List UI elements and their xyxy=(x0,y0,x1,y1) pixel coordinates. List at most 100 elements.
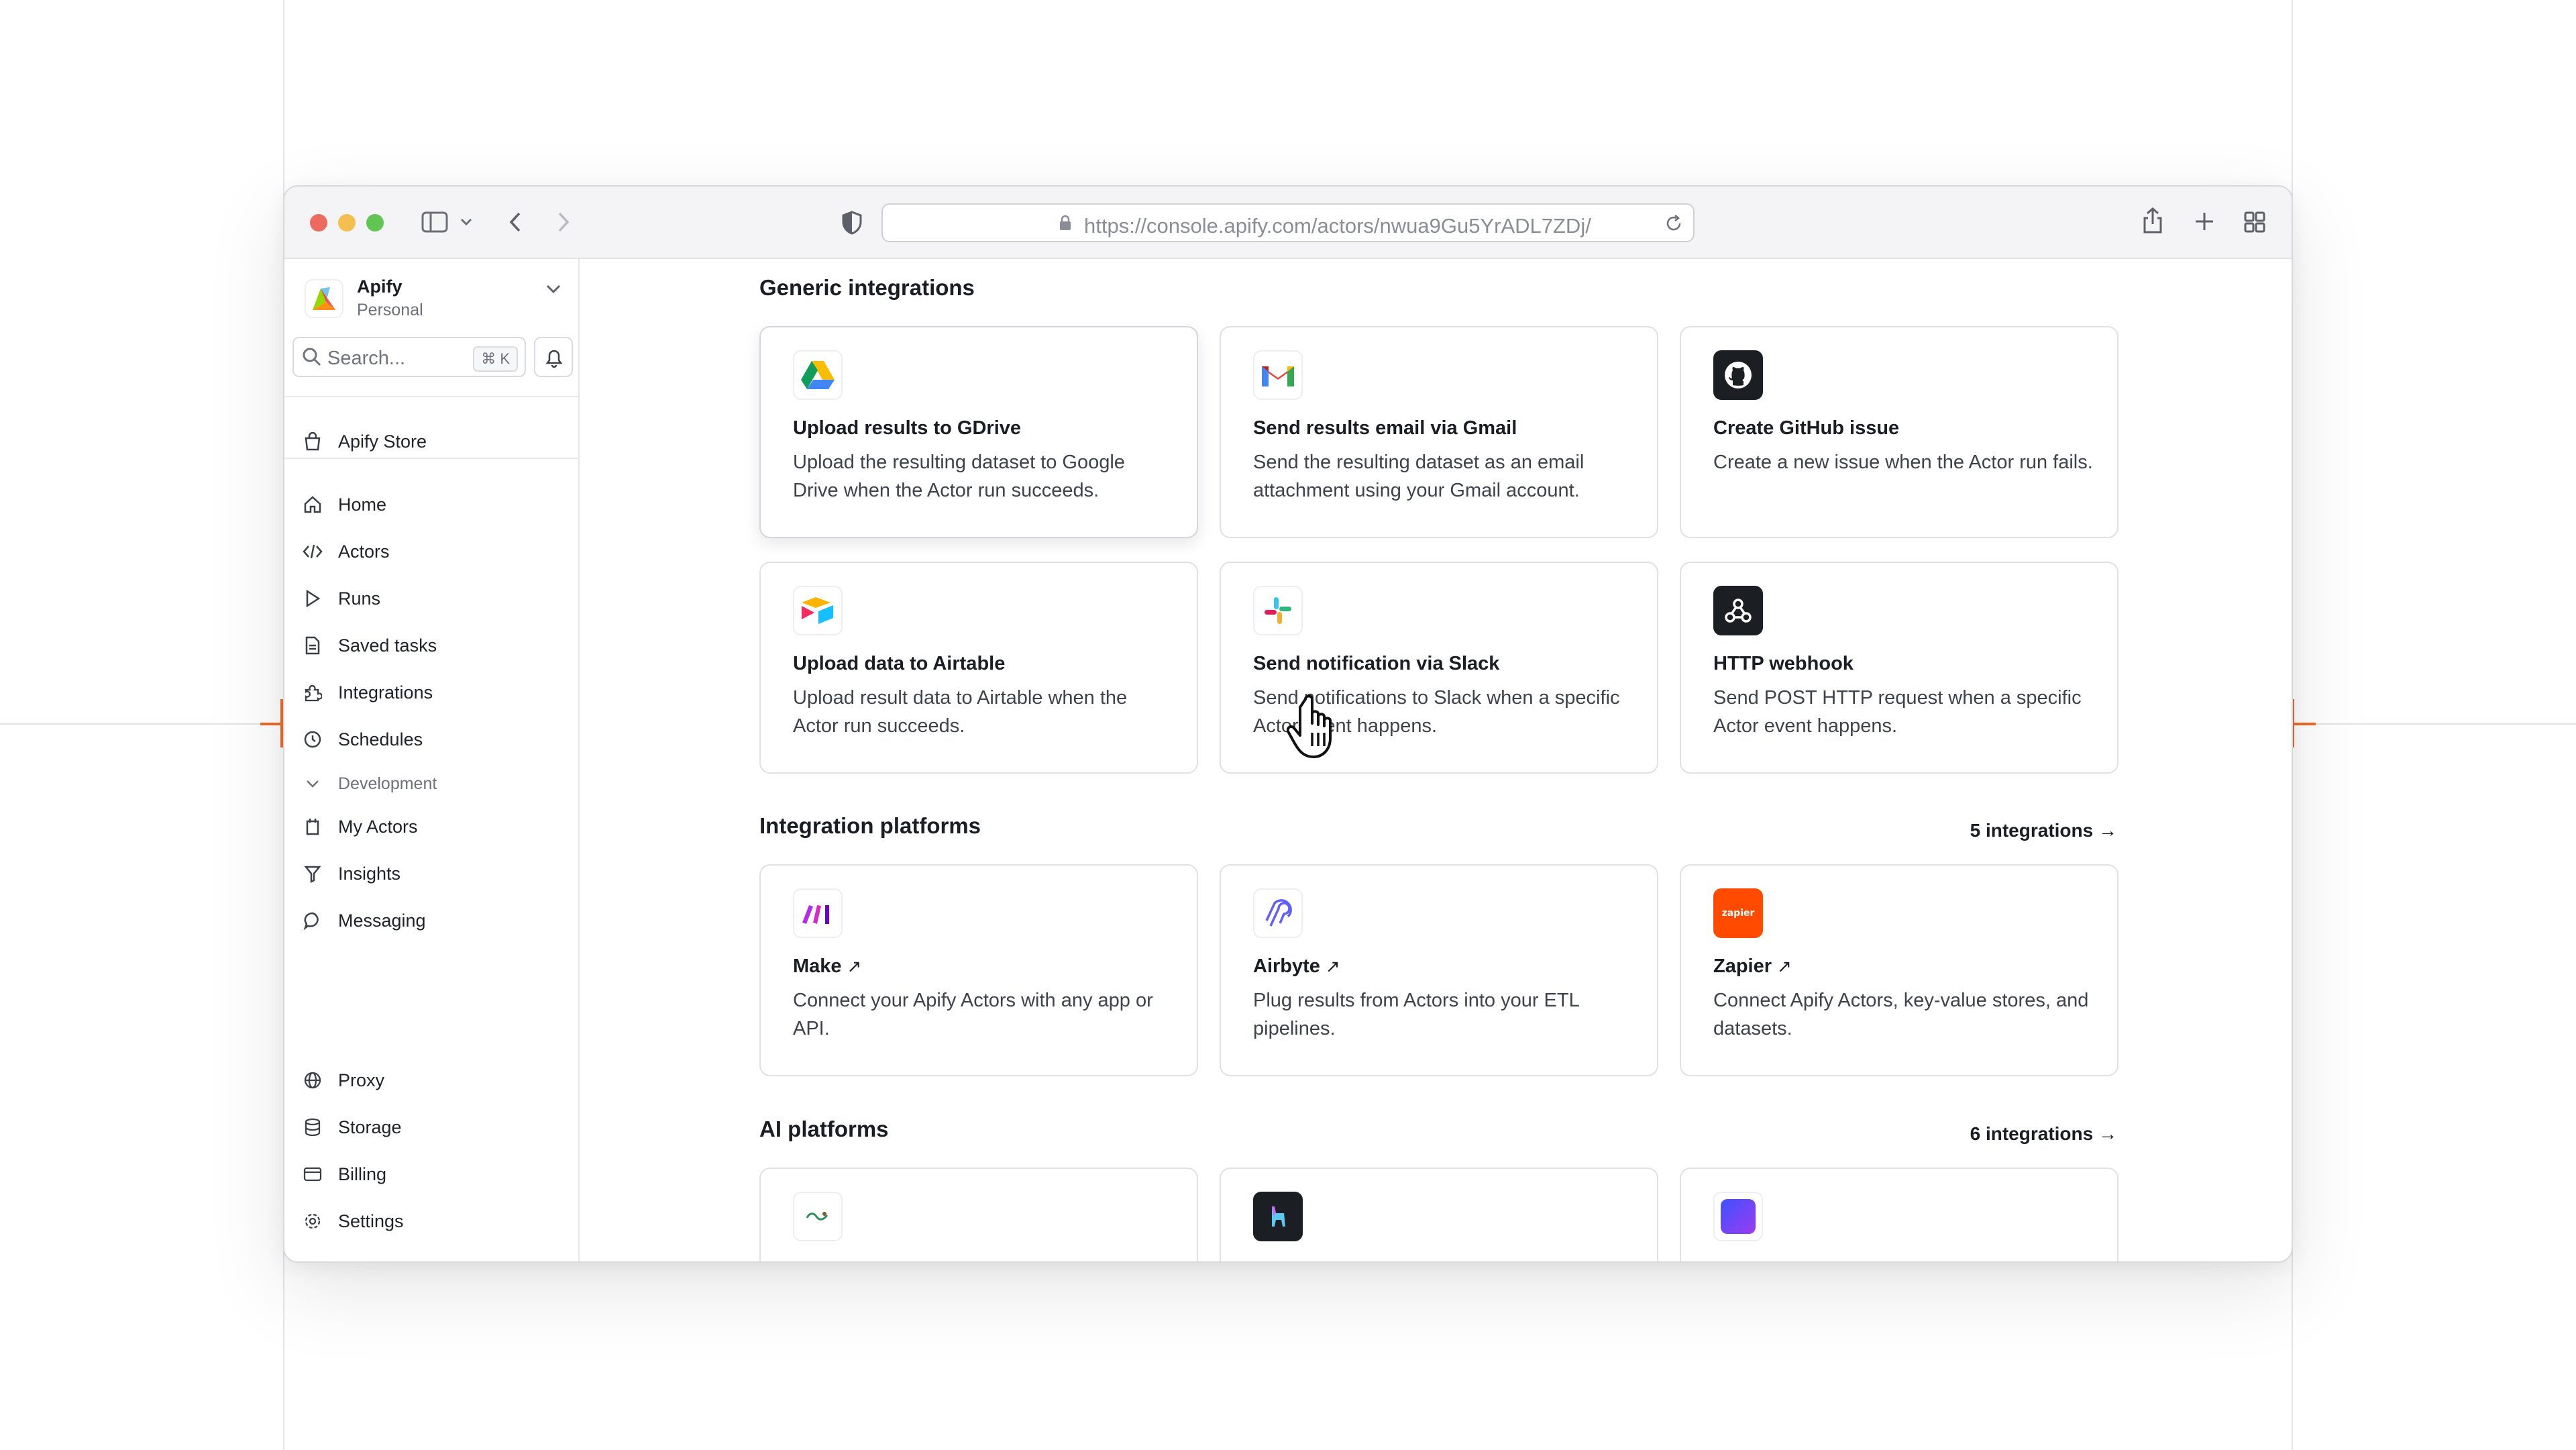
browser-window: https://console.apify.com/actors/nwua9Gu… xyxy=(283,185,2293,1263)
globe-icon xyxy=(302,1070,323,1091)
card-icon xyxy=(302,1163,323,1185)
zapier-logo-text: zapier xyxy=(1721,908,1755,919)
guide-line-h-left xyxy=(0,723,283,725)
main-content: Generic integrations Upload results to G… xyxy=(581,259,2292,1261)
sidebar-item-label: Billing xyxy=(338,1163,387,1184)
card-description: Send the resulting dataset as an email a… xyxy=(1253,452,1585,501)
sidebar-item-storage[interactable]: Storage xyxy=(302,1110,570,1145)
ai-see-all-link[interactable]: 6 integrations → xyxy=(1970,1123,2117,1145)
sidebar: Apify Personal Search... ⌘ K Apify Store… xyxy=(284,259,580,1261)
sidebar-item-apify-store[interactable]: Apify Store xyxy=(302,424,570,459)
integration-card-slack[interactable]: Send notification via Slack Send notific… xyxy=(1220,562,1658,774)
card-description: Connect your Apify Actors with any app o… xyxy=(793,990,1153,1039)
integration-card-github[interactable]: Create GitHub issue Create a new issue w… xyxy=(1680,326,2118,538)
notifications-button[interactable] xyxy=(534,337,573,377)
apify-logo xyxy=(305,279,343,318)
sidebar-item-runs[interactable]: Runs xyxy=(302,581,570,616)
zapier-icon: zapier xyxy=(1713,888,1763,938)
sidebar-item-saved-tasks[interactable]: Saved tasks xyxy=(302,628,570,663)
integration-card-ai-2[interactable] xyxy=(1220,1168,1658,1261)
sidebar-item-home[interactable]: Home xyxy=(302,487,570,522)
sidebar-section-development[interactable]: Development xyxy=(302,766,570,801)
minimize-window-button[interactable] xyxy=(338,214,356,231)
airtable-icon xyxy=(793,586,843,635)
sidebar-item-integrations[interactable]: Integrations xyxy=(302,675,570,710)
divider xyxy=(284,396,580,397)
card-title: Upload results to GDrive xyxy=(793,417,1022,439)
reload-icon[interactable] xyxy=(1664,213,1684,234)
sidebar-item-label: Runs xyxy=(338,588,381,609)
guide-tick-right xyxy=(2293,723,2316,725)
section-title-ai: AI platforms xyxy=(759,1117,889,1141)
integration-card-ai-3[interactable] xyxy=(1680,1168,2118,1261)
shield-icon[interactable] xyxy=(841,211,863,235)
card-description: Create a new issue when the Actor run fa… xyxy=(1713,452,2093,473)
webhook-icon xyxy=(1713,586,1763,635)
sidebar-toggle-icon[interactable] xyxy=(421,211,448,234)
card-title-text: Zapier xyxy=(1713,955,1772,977)
external-link-icon: ↗ xyxy=(1777,956,1792,976)
clock-icon xyxy=(302,729,323,750)
sidebar-item-actors[interactable]: Actors xyxy=(302,534,570,569)
search-input[interactable]: Search... ⌘ K xyxy=(292,337,526,377)
database-icon xyxy=(302,1117,323,1138)
section-title-generic: Generic integrations xyxy=(759,275,975,300)
org-switcher[interactable]: Apify Personal xyxy=(305,272,566,326)
back-icon[interactable] xyxy=(507,211,523,234)
chevron-down-icon[interactable] xyxy=(460,217,472,227)
sidebar-item-insights[interactable]: Insights xyxy=(302,856,570,891)
sidebar-item-label: Insights xyxy=(338,863,401,884)
actor-icon xyxy=(302,816,323,837)
integration-card-gdrive[interactable]: Upload results to GDrive Upload the resu… xyxy=(759,326,1198,538)
card-title: Airbyte ↗ xyxy=(1253,955,1340,978)
integration-card-airtable[interactable]: Upload data to Airtable Upload result da… xyxy=(759,562,1198,774)
card-description: Plug results from Actors into your ETL p… xyxy=(1253,990,1579,1039)
hand-pointer-cursor-icon xyxy=(1287,694,1332,758)
integration-card-gmail[interactable]: Send results email via Gmail Send the re… xyxy=(1220,326,1658,538)
new-tab-icon[interactable] xyxy=(2194,211,2215,232)
integration-card-webhook[interactable]: HTTP webhook Send POST HTTP request when… xyxy=(1680,562,2118,774)
card-description: Connect Apify Actors, key-value stores, … xyxy=(1713,990,2089,1039)
sidebar-item-my-actors[interactable]: My Actors xyxy=(302,809,570,844)
address-bar[interactable]: https://console.apify.com/actors/nwua9Gu… xyxy=(881,203,1695,242)
sidebar-item-label: Proxy xyxy=(338,1070,385,1090)
card-title: Upload data to Airtable xyxy=(793,653,1006,674)
chat-icon xyxy=(302,910,323,931)
sidebar-item-label: Schedules xyxy=(338,729,423,749)
org-plan: Personal xyxy=(357,301,423,319)
sidebar-item-label: Settings xyxy=(338,1210,404,1231)
lock-icon xyxy=(1060,215,1071,230)
card-title: Send results email via Gmail xyxy=(1253,417,1517,439)
google-drive-icon xyxy=(793,350,843,400)
shopping-bag-icon xyxy=(302,431,323,452)
sidebar-item-settings[interactable]: Settings xyxy=(302,1204,570,1239)
search-icon xyxy=(303,348,321,366)
sidebar-item-label: Apify Store xyxy=(338,431,427,452)
sidebar-item-proxy[interactable]: Proxy xyxy=(302,1063,570,1098)
integration-card-airbyte[interactable]: Airbyte ↗ Plug results from Actors into y… xyxy=(1220,864,1658,1076)
sidebar-item-label: Home xyxy=(338,494,387,515)
chevron-down-icon[interactable] xyxy=(546,284,561,294)
chevron-down-icon xyxy=(302,773,323,794)
sidebar-item-billing[interactable]: Billing xyxy=(302,1157,570,1192)
integration-card-zapier[interactable]: zapier Zapier ↗ Connect Apify Actors, key… xyxy=(1680,864,2118,1076)
divider xyxy=(284,458,580,459)
share-icon[interactable] xyxy=(2141,207,2164,235)
card-title: Zapier ↗ xyxy=(1713,955,1792,978)
url-text: https://console.apify.com/actors/nwua9Gu… xyxy=(1084,214,1591,238)
flowise-icon xyxy=(1713,1192,1763,1241)
integration-card-make[interactable]: Make ↗ Connect your Apify Actors with any… xyxy=(759,864,1198,1076)
sidebar-item-label: Integrations xyxy=(338,682,433,703)
card-title: Create GitHub issue xyxy=(1713,417,1900,439)
platforms-see-all-link[interactable]: 5 integrations → xyxy=(1970,820,2117,841)
search-placeholder: Search... xyxy=(327,348,406,369)
tab-overview-icon[interactable] xyxy=(2243,211,2266,234)
forward-icon[interactable] xyxy=(555,211,572,234)
sidebar-item-label: Storage xyxy=(338,1117,402,1137)
sidebar-item-label: Saved tasks xyxy=(338,635,437,656)
integration-card-ai-1[interactable] xyxy=(759,1168,1198,1261)
sidebar-item-schedules[interactable]: Schedules xyxy=(302,722,570,757)
zoom-window-button[interactable] xyxy=(366,214,384,231)
close-window-button[interactable] xyxy=(310,214,327,231)
sidebar-item-messaging[interactable]: Messaging xyxy=(302,903,570,938)
